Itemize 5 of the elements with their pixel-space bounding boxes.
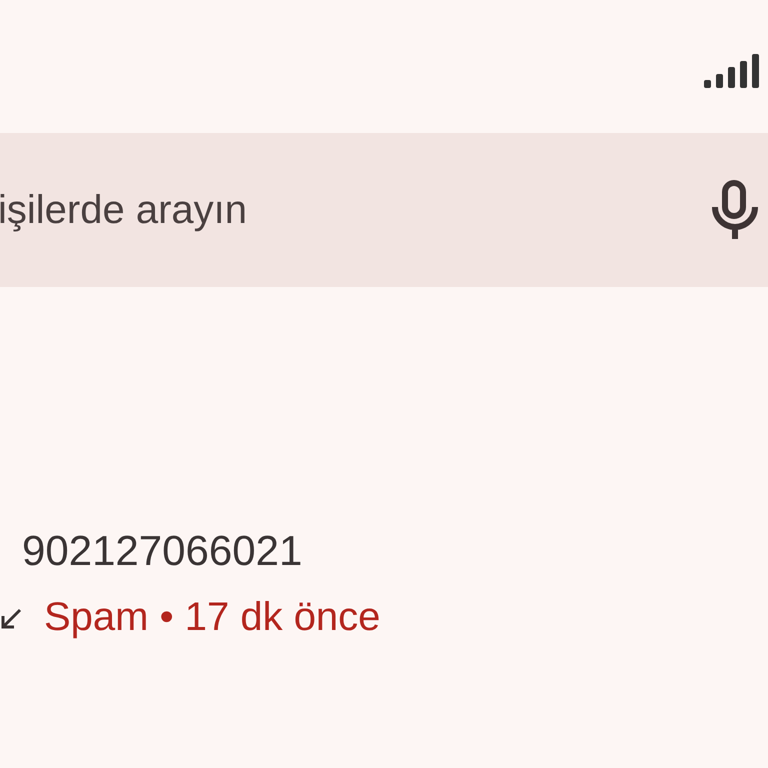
call-status: Spam • 17 dk önce (44, 594, 380, 641)
phone-number: 902127066021 (22, 527, 304, 575)
signal-icon (704, 54, 760, 88)
microphone-icon[interactable] (712, 180, 758, 240)
search-field[interactable]: işilerde arayın (0, 188, 558, 232)
